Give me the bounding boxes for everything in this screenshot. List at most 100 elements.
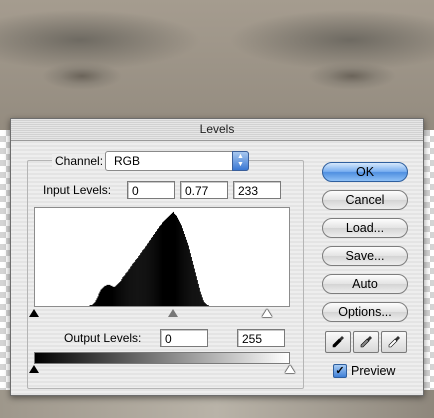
histogram-bar (158, 228, 160, 306)
input-white-slider[interactable] (262, 309, 272, 317)
histogram-bar (159, 226, 161, 306)
histogram-bar (186, 242, 188, 306)
input-levels-label: Input Levels: (43, 183, 112, 197)
histogram-bar (143, 249, 145, 306)
histogram-bar (118, 282, 120, 306)
black-eyedropper-button[interactable] (325, 331, 351, 353)
histogram-bar (96, 298, 98, 306)
cancel-button[interactable]: Cancel (322, 190, 408, 210)
output-slider-track[interactable] (29, 364, 295, 374)
histogram-bar (154, 234, 156, 306)
histogram-bar (165, 218, 168, 306)
histogram-bar (134, 261, 136, 306)
histogram-bar (117, 283, 119, 306)
histogram-bar (95, 300, 97, 306)
histogram-bar (137, 258, 139, 306)
histogram-bar (183, 234, 185, 306)
histogram-bar (195, 276, 197, 306)
histogram-bar (112, 286, 114, 306)
histogram-bar (167, 216, 170, 306)
histogram-bar (157, 229, 159, 306)
gray-eyedropper-button[interactable] (353, 331, 379, 353)
histogram-bar (113, 286, 115, 306)
histogram-bar (121, 279, 123, 306)
histogram-bar (103, 286, 105, 306)
preview-checkbox[interactable]: ✓ (333, 364, 347, 378)
histogram-bar (105, 285, 107, 306)
histogram-bar (130, 266, 132, 306)
save-button[interactable]: Save... (322, 246, 408, 266)
histogram-bar (197, 283, 199, 306)
histogram-bar (108, 284, 110, 306)
histogram (34, 207, 290, 307)
histogram-bar (204, 303, 206, 306)
histogram-bar (89, 305, 91, 306)
histogram-bar (200, 294, 202, 306)
histogram-bar (122, 277, 124, 306)
histogram-bar (151, 237, 153, 306)
histogram-bar (182, 231, 184, 306)
ok-button[interactable]: OK (322, 162, 408, 182)
histogram-bar (174, 214, 176, 306)
histogram-bar (203, 302, 205, 306)
input-gamma-field[interactable]: 0.77 (180, 181, 228, 199)
histogram-bar (92, 304, 94, 306)
histogram-bar (142, 250, 144, 306)
histogram-bar (152, 236, 154, 306)
histogram-bar (170, 213, 173, 306)
histogram-bar (176, 217, 178, 306)
histogram-bar (146, 245, 148, 306)
histogram-bar (97, 296, 99, 306)
histogram-bar (172, 211, 175, 306)
histogram-bar (181, 228, 183, 306)
input-black-slider[interactable] (29, 309, 39, 317)
histogram-bar (156, 231, 158, 306)
histogram-bar (115, 285, 117, 306)
auto-button[interactable]: Auto (322, 274, 408, 294)
input-slider-track[interactable] (29, 308, 290, 318)
histogram-bar (114, 286, 116, 306)
histogram-bar (128, 269, 130, 306)
options-button[interactable]: Options... (322, 302, 408, 322)
histogram-bar (163, 220, 166, 306)
histogram-bar (191, 260, 193, 306)
input-gamma-slider[interactable] (168, 309, 178, 317)
dialog-title[interactable]: Levels (11, 119, 423, 141)
output-white-slider[interactable] (285, 365, 295, 373)
white-eyedropper-button[interactable] (381, 331, 407, 353)
load-button[interactable]: Load... (322, 218, 408, 238)
histogram-bar (133, 262, 135, 306)
output-white-field[interactable]: 255 (237, 329, 285, 347)
output-black-slider[interactable] (29, 365, 39, 373)
histogram-bar (177, 219, 179, 306)
histogram-bar (136, 258, 138, 306)
output-black-field[interactable]: 0 (160, 329, 208, 347)
histogram-bar (102, 287, 104, 306)
histogram-bar (150, 239, 152, 306)
input-white-field[interactable]: 233 (233, 181, 281, 199)
histogram-bar (107, 284, 109, 306)
black-eyedropper-icon (332, 336, 344, 348)
channel-label: Channel: (52, 154, 107, 168)
output-gradient-bar (34, 352, 290, 364)
histogram-bar (100, 289, 102, 306)
histogram-bar (169, 214, 172, 306)
histogram-bar (187, 245, 189, 306)
histogram-bar (104, 285, 106, 306)
preview-label: Preview (351, 364, 396, 378)
histogram-bar (91, 305, 93, 306)
histogram-bar (201, 297, 203, 306)
histogram-bar (127, 271, 129, 306)
input-black-field[interactable]: 0 (127, 181, 175, 199)
histogram-bar (171, 212, 174, 306)
histogram-bar (93, 303, 95, 306)
histogram-bar (124, 275, 126, 306)
histogram-bar (98, 293, 100, 306)
histogram-bar (116, 284, 118, 306)
channel-select[interactable]: RGB ▲ ▼ (105, 151, 249, 171)
histogram-bar (141, 252, 143, 306)
histogram-bar (153, 234, 155, 306)
histogram-bar (175, 215, 177, 306)
histogram-bar (147, 243, 149, 306)
histogram-bar (145, 246, 147, 306)
